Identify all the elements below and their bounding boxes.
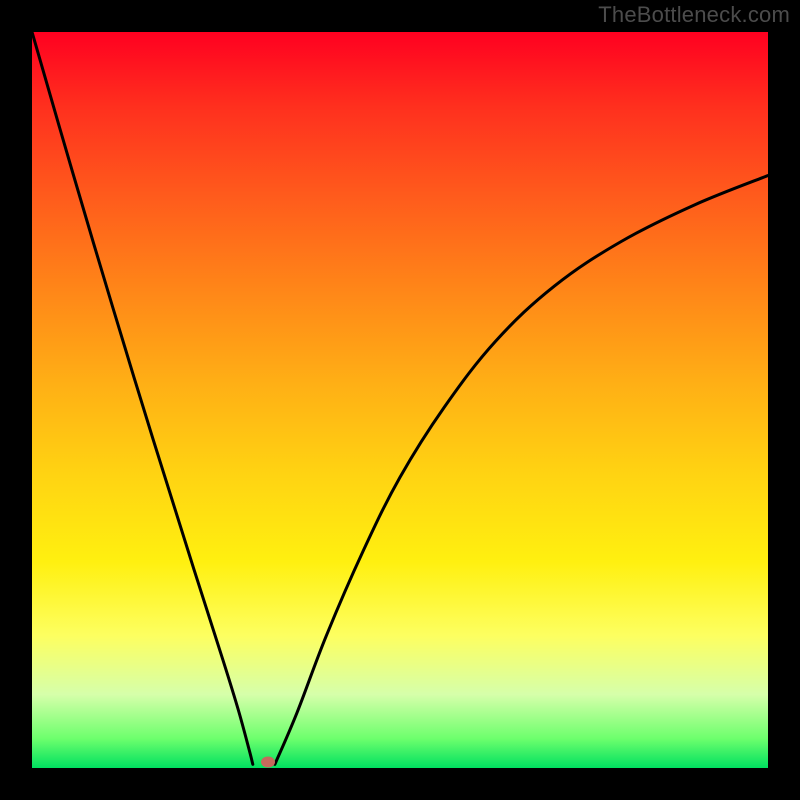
chart-frame: TheBottleneck.com xyxy=(0,0,800,800)
plot-area xyxy=(32,32,768,768)
minimum-marker xyxy=(261,757,275,768)
curve-right-branch xyxy=(275,176,768,765)
curve-left-branch xyxy=(32,32,253,764)
curve-svg xyxy=(32,32,768,768)
watermark-text: TheBottleneck.com xyxy=(598,2,790,28)
